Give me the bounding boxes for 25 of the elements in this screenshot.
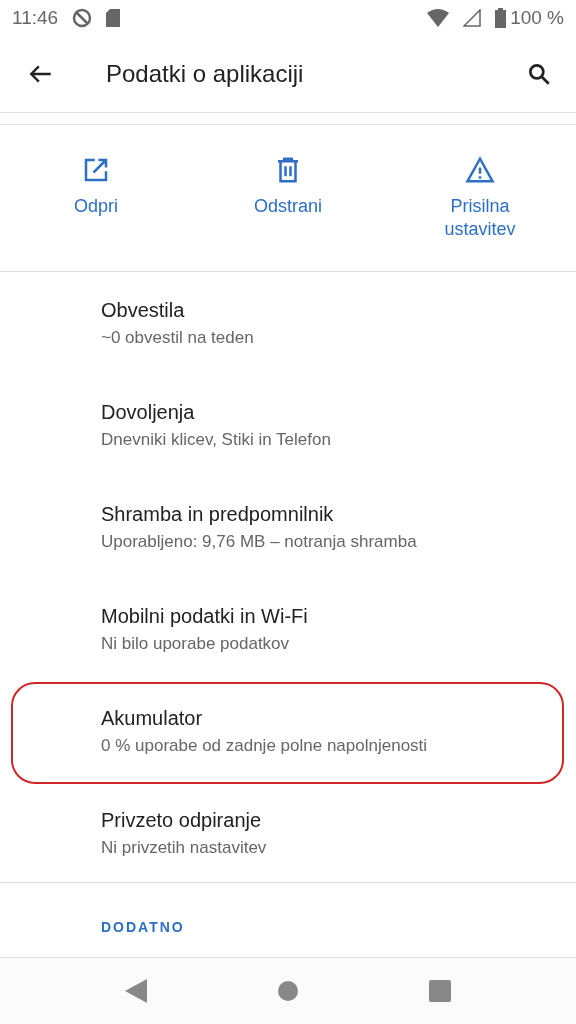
setting-title[interactable]: Dovoljenja bbox=[101, 400, 556, 424]
setting-title[interactable]: Privzeto odpiranje bbox=[101, 808, 556, 832]
action-button[interactable]: Prisilna ustavitev bbox=[384, 125, 576, 271]
battery-percent: 100 % bbox=[510, 7, 564, 29]
setting-summary: 0 % uporabe od zadnje polne napolnjenosti bbox=[101, 735, 429, 756]
setting-title[interactable]: Shramba in predpomnilnik bbox=[101, 502, 556, 526]
setting-summary: ~0 obvestil na teden bbox=[101, 327, 255, 348]
setting-summary: Ni privzetih nastavitev bbox=[101, 837, 268, 858]
wifi-icon bbox=[427, 9, 450, 27]
setting-summary: Dnevniki klicev, Stiki in Telefon bbox=[101, 429, 332, 450]
page-title: Podatki o aplikaciji bbox=[106, 60, 305, 88]
warning-icon bbox=[465, 155, 495, 185]
setting-summary: Ni bilo uporabe podatkov bbox=[101, 633, 291, 654]
action-button[interactable]: Odpri bbox=[0, 125, 192, 271]
search-icon bbox=[526, 61, 552, 87]
status-time: 11:46 bbox=[12, 7, 59, 29]
section-header: DODATNO bbox=[100, 918, 186, 937]
setting-title[interactable]: Mobilni podatki in Wi-Fi bbox=[101, 604, 556, 628]
signal-icon bbox=[463, 9, 482, 27]
setting-title[interactable]: Obvestila bbox=[101, 298, 556, 322]
setting-title[interactable]: Akumulator bbox=[101, 706, 556, 730]
sd-card-icon bbox=[106, 9, 121, 27]
battery-icon bbox=[495, 8, 507, 28]
setting-summary: Uporabljeno: 9,76 MB – notranja shramba bbox=[101, 531, 418, 552]
action-button[interactable]: Odstrani bbox=[192, 125, 384, 271]
